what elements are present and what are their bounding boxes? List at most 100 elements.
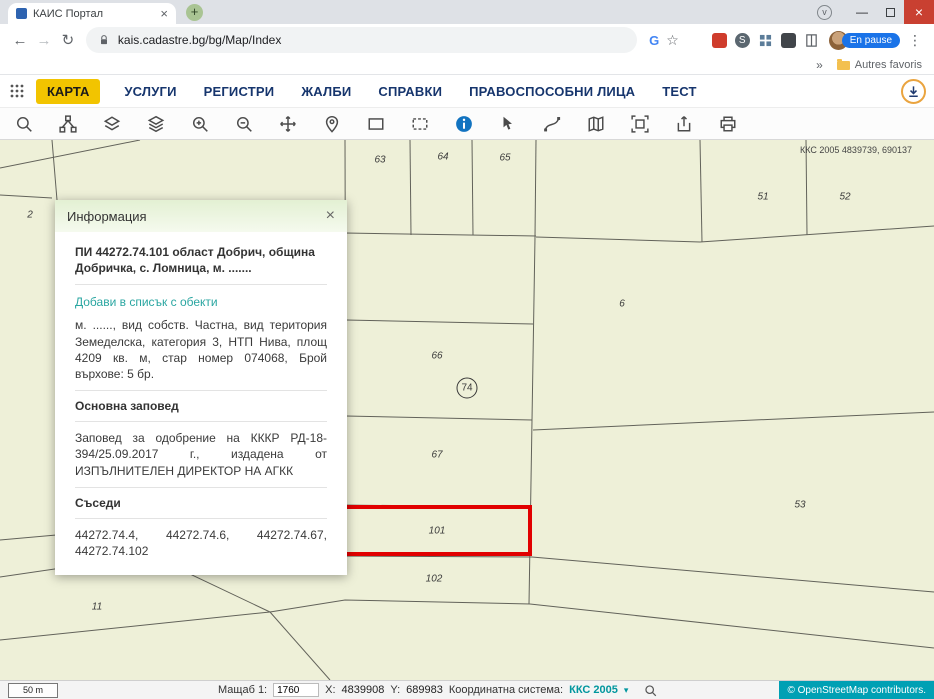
crs-dropdown-icon[interactable]: ▾: [624, 685, 629, 696]
browser-tab[interactable]: КАИС Портал ×: [8, 3, 176, 24]
coordinate-search-button[interactable]: [644, 684, 657, 697]
maximize-button[interactable]: [876, 0, 904, 24]
map-scalebar: 50 m: [8, 683, 58, 698]
divider: [75, 390, 327, 391]
rectangle-icon: [367, 115, 385, 133]
scale-label: Мащаб 1:: [218, 684, 267, 696]
google-icon[interactable]: G: [649, 33, 659, 48]
bookmark-star-icon[interactable]: ☆: [666, 32, 679, 49]
popup-close-icon[interactable]: ×: [326, 208, 335, 224]
new-tab-button[interactable]: +: [186, 4, 203, 21]
search-icon: [644, 684, 657, 697]
window-controls: v — ×: [817, 0, 934, 24]
other-bookmarks-button[interactable]: Autres favoris: [837, 59, 922, 71]
zoom-out-icon: [235, 115, 253, 133]
info-popup-title: Информация: [67, 209, 147, 224]
layers-icon: [103, 115, 121, 133]
osm-attribution[interactable]: © OpenStreetMap contributors.: [779, 681, 934, 699]
zoom-in-icon: [191, 115, 209, 133]
y-value: 689983: [406, 684, 443, 696]
parcel-details-text: м. ......, вид собств. Частна, вид терит…: [75, 317, 327, 382]
map-book-icon: [587, 115, 605, 133]
extent-icon: [631, 115, 649, 133]
order-text: Заповед за одобрение на КККР РД-18-394/2…: [75, 430, 327, 479]
tool-export-button[interactable]: [674, 114, 694, 134]
tool-layers-button[interactable]: [102, 114, 122, 134]
print-icon: [719, 115, 737, 133]
selected-parcel-highlight: [341, 507, 530, 554]
divider: [75, 518, 327, 519]
nav-item-pravosposobni-lica[interactable]: ПРАВОСПОСОБНИ ЛИЦА: [469, 84, 635, 99]
info-icon: [455, 115, 473, 133]
address-bar[interactable]: kais.cadastre.bg/bg/Map/Index: [86, 27, 637, 53]
tool-select-features-button[interactable]: [498, 114, 518, 134]
add-to-list-link[interactable]: Добави в списък с обекти: [75, 295, 218, 309]
tab-close-icon[interactable]: ×: [160, 7, 168, 20]
lock-icon: [98, 34, 110, 46]
map-toolbar: [0, 108, 934, 140]
extension-icon[interactable]: [781, 33, 796, 48]
browser-address-row: ← → ↻ kais.cadastre.bg/bg/Map/Index G ☆ …: [0, 24, 934, 56]
tab-search-chevron-icon[interactable]: v: [817, 5, 832, 20]
extension-book-icon[interactable]: [804, 33, 819, 48]
maximize-icon: [886, 8, 895, 17]
reload-button[interactable]: ↻: [56, 28, 80, 52]
nav-item-spravki[interactable]: СПРАВКИ: [378, 84, 442, 99]
back-button[interactable]: ←: [8, 28, 32, 52]
bookmarks-overflow-icon[interactable]: »: [816, 58, 823, 72]
info-popup-body: ПИ 44272.74.101 област Добрич, община До…: [55, 232, 347, 575]
pan-icon: [279, 115, 297, 133]
tool-zoom-in-button[interactable]: [190, 114, 210, 134]
apps-grid-icon[interactable]: [10, 84, 24, 98]
profile-status-badge: En pause: [842, 33, 900, 48]
nav-item-uslugi[interactable]: УСЛУГИ: [124, 84, 176, 99]
url-text: kais.cadastre.bg/bg/Map/Index: [118, 33, 281, 47]
map-canvas[interactable]: 6364652515266674675310110211 ККС 2005 48…: [0, 140, 934, 680]
base-layers-icon: [147, 115, 165, 133]
nav-item-karta[interactable]: КАРТА: [36, 79, 100, 104]
crs-selector[interactable]: ККС 2005: [569, 684, 618, 696]
minimize-button[interactable]: —: [848, 0, 876, 24]
tool-rect-select-button[interactable]: [366, 114, 386, 134]
download-button[interactable]: [901, 79, 926, 104]
nav-item-zhalbi[interactable]: ЖАЛБИ: [301, 84, 351, 99]
nav-item-registri[interactable]: РЕГИСТРИ: [204, 84, 275, 99]
site-nav: КАРТА УСЛУГИ РЕГИСТРИ ЖАЛБИ СПРАВКИ ПРАВ…: [0, 75, 934, 108]
browser-menu-icon[interactable]: ⋮: [908, 32, 922, 49]
neighbors-text: 44272.74.4, 44272.74.6, 44272.74.67, 442…: [75, 527, 327, 559]
tool-rect-zoom-button[interactable]: [410, 114, 430, 134]
tool-marker-button[interactable]: [322, 114, 342, 134]
scale-input[interactable]: [273, 683, 319, 697]
neighbors-section-heading: Съседи: [75, 496, 327, 510]
tool-base-layers-button[interactable]: [146, 114, 166, 134]
x-value: 4839908: [342, 684, 385, 696]
search-icon: [15, 115, 33, 133]
browser-tab-strip: КАИС Портал × + v — ×: [0, 0, 934, 24]
folder-icon: [837, 61, 850, 70]
topology-icon: [59, 115, 77, 133]
order-section-heading: Основна заповед: [75, 399, 327, 413]
y-label: Y:: [390, 684, 400, 696]
nav-item-test[interactable]: ТЕСТ: [662, 84, 696, 99]
divider: [75, 284, 327, 285]
tool-print-button[interactable]: [718, 114, 738, 134]
tool-info-button[interactable]: [454, 114, 474, 134]
info-popup-header[interactable]: Информация ×: [55, 200, 347, 232]
tool-extent-button[interactable]: [630, 114, 650, 134]
status-center: Мащаб 1: X: 4839908 Y: 689983 Координатн…: [218, 683, 657, 697]
forward-button[interactable]: →: [32, 28, 56, 52]
export-icon: [675, 115, 693, 133]
extension-s-icon[interactable]: S: [735, 33, 750, 48]
map-coordinates-readout: ККС 2005 4839739, 690137: [800, 145, 912, 155]
tool-draw-button[interactable]: [542, 114, 562, 134]
tool-legend-button[interactable]: [586, 114, 606, 134]
profile-chip[interactable]: En pause: [829, 31, 900, 50]
tool-search-button[interactable]: [14, 114, 34, 134]
other-bookmarks-label: Autres favoris: [855, 59, 922, 71]
tool-pan-button[interactable]: [278, 114, 298, 134]
extension-grid-icon[interactable]: [758, 33, 773, 48]
ublock-extension-icon[interactable]: [712, 33, 727, 48]
tool-zoom-out-button[interactable]: [234, 114, 254, 134]
close-window-button[interactable]: ×: [904, 0, 934, 24]
tool-topology-button[interactable]: [58, 114, 78, 134]
